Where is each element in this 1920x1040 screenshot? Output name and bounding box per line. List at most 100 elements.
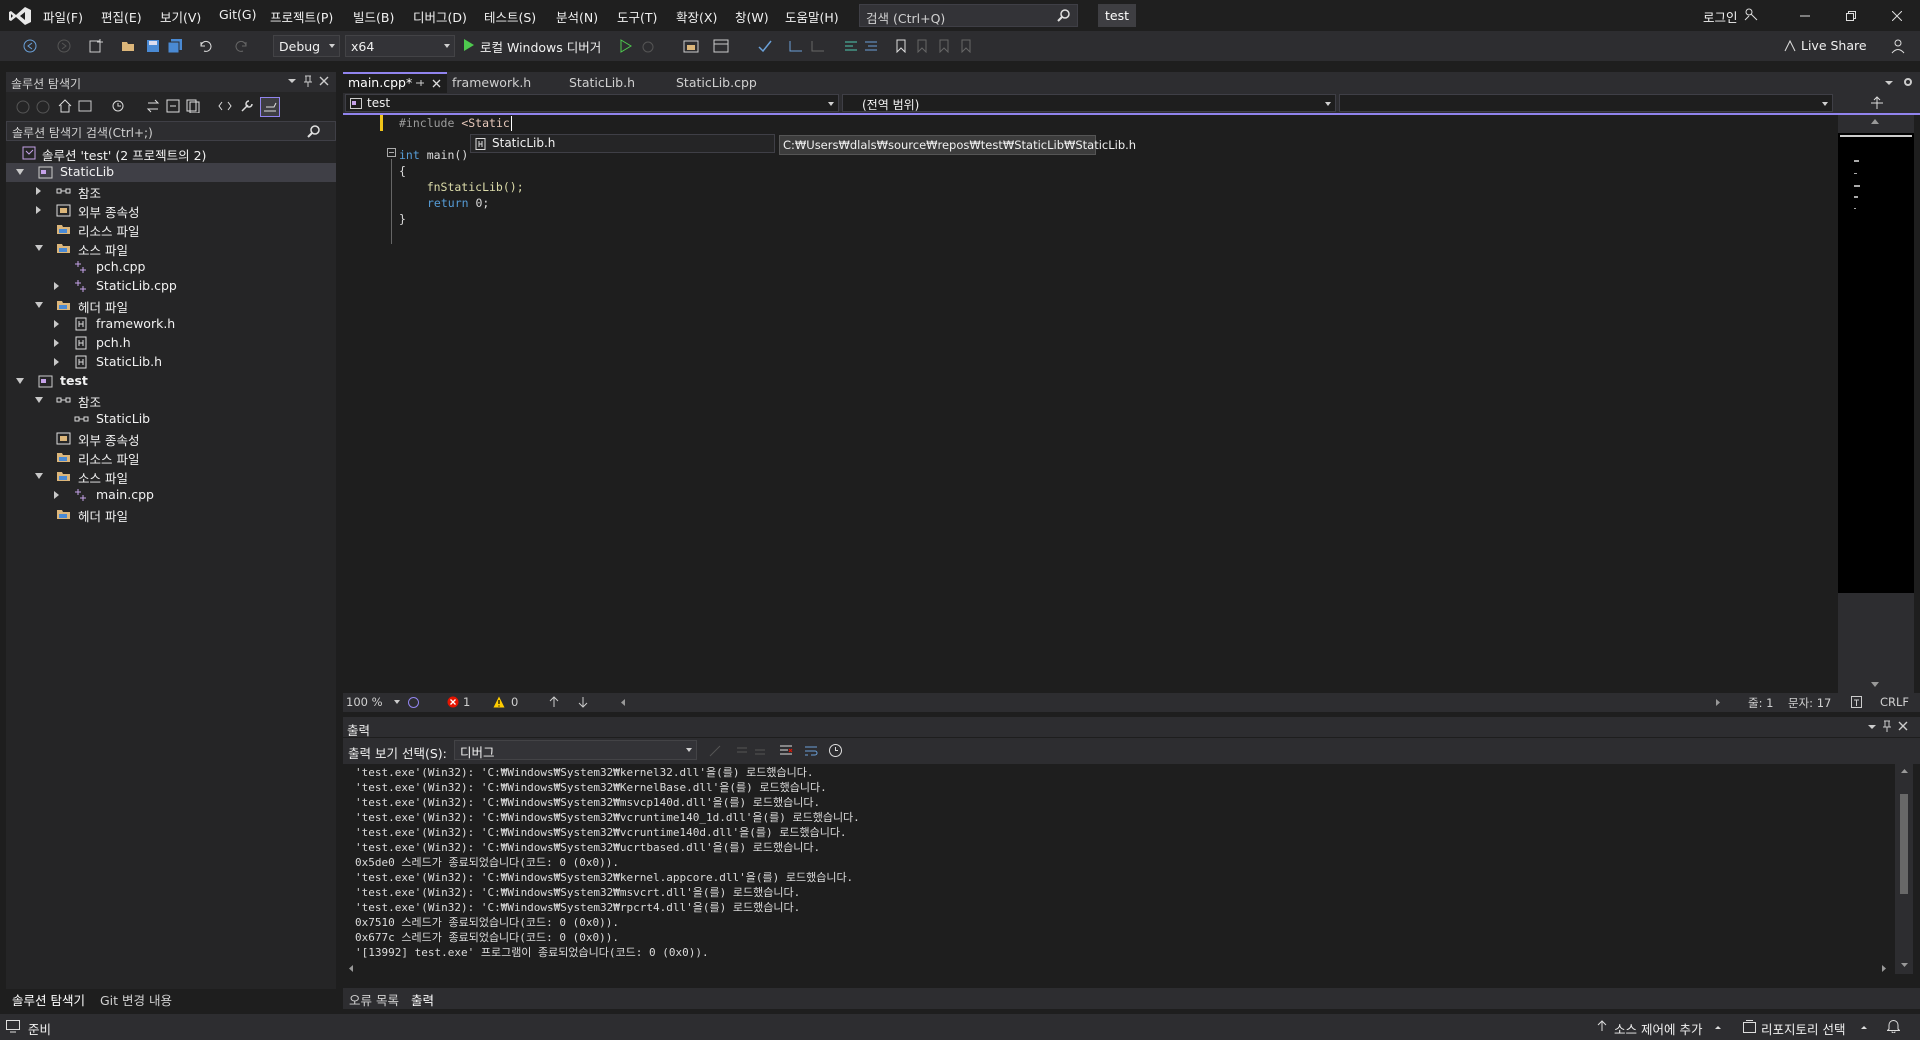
close-panel-icon[interactable] [1898, 721, 1908, 731]
add-to-source-control-button[interactable]: 소스 제어에 추가 [1614, 1019, 1702, 1038]
tree-item-staticlib-h[interactable]: StaticLib.h [6, 353, 336, 372]
forward-icon[interactable] [56, 39, 72, 53]
collapse-toggle-icon[interactable] [387, 148, 396, 157]
scroll-right-arrow-icon[interactable] [1881, 964, 1887, 973]
preview-selected-items-icon[interactable] [260, 97, 280, 117]
tab-solution-explorer[interactable]: 솔루션 탐색기 [12, 990, 85, 1009]
scroll-left-arrow-icon[interactable] [348, 964, 354, 973]
output-vertical-scrollbar[interactable] [1895, 764, 1913, 974]
next-bookmark-icon[interactable] [936, 39, 952, 53]
tree-item-staticlib-cpp[interactable]: StaticLib.cpp [6, 277, 336, 296]
search-input[interactable]: 검색 (Ctrl+Q) [859, 4, 1078, 27]
split-window-icon[interactable] [1870, 96, 1884, 110]
home-icon[interactable] [58, 99, 72, 113]
tab-git-changes[interactable]: Git 변경 내용 [100, 990, 172, 1009]
minimize-button[interactable] [1782, 0, 1828, 31]
zoom-level[interactable]: 100 % [346, 695, 383, 709]
expand-arrow-icon[interactable] [54, 282, 59, 290]
expand-arrow-icon[interactable] [35, 397, 43, 403]
tabs-spaces-icon[interactable] [1851, 696, 1862, 708]
tree-item-header-files[interactable]: 헤더 파일 [6, 505, 336, 524]
menu-file[interactable]: 파일(F) [43, 7, 83, 26]
forward-icon[interactable] [36, 100, 50, 114]
new-project-icon[interactable] [88, 39, 104, 53]
next-issue-arrow-icon[interactable] [578, 696, 588, 708]
layout-icon[interactable] [713, 39, 729, 53]
line-number[interactable]: 줄: 1 [1748, 695, 1773, 711]
menu-extensions[interactable]: 확장(X) [676, 7, 717, 26]
tree-item-framework-h[interactable]: framework.h [6, 315, 336, 334]
start-without-debugging-icon[interactable] [618, 39, 634, 53]
feedback-person-icon[interactable] [1890, 38, 1906, 54]
select-repository-button[interactable]: 리포지토리 선택 [1761, 1019, 1845, 1038]
tab-list-dropdown-icon[interactable] [1884, 79, 1894, 87]
output-text-area[interactable]: 'test.exe'(Win32): 'C:₩Windows₩System32₩… [343, 764, 1903, 974]
tab-framework-h[interactable]: framework.h [447, 72, 564, 93]
show-all-files-icon[interactable] [186, 99, 200, 113]
step-into-icon[interactable] [788, 39, 804, 53]
menu-window[interactable]: 창(W) [735, 7, 769, 26]
menu-build[interactable]: 빌드(B) [353, 7, 394, 26]
switch-views-icon[interactable] [78, 99, 92, 113]
scrollbar-thumb[interactable] [1900, 794, 1908, 894]
feedback-icon[interactable] [1744, 7, 1758, 21]
error-icon[interactable] [447, 696, 459, 708]
menu-git[interactable]: Git(G) [219, 7, 257, 22]
back-icon[interactable] [22, 39, 38, 53]
tree-item-external-deps[interactable]: 외부 종속성 [6, 429, 336, 448]
restore-button[interactable] [1828, 0, 1874, 31]
timestamp-clock-icon[interactable] [828, 743, 843, 758]
tab-staticlib-h[interactable]: StaticLib.h [564, 72, 671, 93]
prev-bookmark-icon[interactable] [914, 39, 930, 53]
tree-item-main-cpp[interactable]: main.cpp [6, 486, 336, 505]
browse-icon[interactable] [683, 39, 699, 53]
pin-icon[interactable] [1882, 720, 1892, 732]
clear-all-icon[interactable] [779, 744, 793, 758]
expand-arrow-icon[interactable] [35, 245, 43, 251]
tree-item-resource-files[interactable]: 리소스 파일 [6, 448, 336, 467]
tree-item-references[interactable]: 참조 [6, 182, 336, 201]
menu-analyze[interactable]: 분석(N) [556, 7, 598, 26]
save-icon[interactable] [145, 39, 161, 53]
pin-icon[interactable] [415, 78, 425, 88]
dropdown-arrow-icon[interactable] [287, 76, 297, 86]
tree-item-pch-h[interactable]: pch.h [6, 334, 336, 353]
expand-arrow-icon[interactable] [35, 473, 43, 479]
tree-item-external-deps[interactable]: 외부 종속성 [6, 201, 336, 220]
save-all-icon[interactable] [167, 39, 183, 53]
member-select[interactable] [1339, 94, 1833, 112]
minimap-area[interactable] [1838, 133, 1914, 593]
tree-project-test[interactable]: test [6, 372, 336, 391]
menu-edit[interactable]: 편집(E) [101, 7, 142, 26]
step-over-icon[interactable] [810, 39, 826, 53]
expand-arrow-icon[interactable] [36, 206, 41, 214]
zoom-dropdown-icon[interactable] [393, 699, 401, 705]
code-editor[interactable]: #include <Static int main() { fnStaticLi… [343, 115, 1839, 693]
menu-test[interactable]: 테스트(S) [484, 7, 536, 26]
health-indicator-icon[interactable] [407, 696, 420, 709]
menu-project[interactable]: 프로젝트(P) [270, 7, 333, 26]
expand-arrow-icon[interactable] [35, 302, 43, 308]
settings-gear-icon[interactable] [1902, 76, 1914, 88]
expand-arrow-icon[interactable] [16, 378, 24, 384]
global-scope-select[interactable]: (전역 범위) [842, 94, 1336, 112]
comment-out-icon[interactable] [843, 39, 859, 53]
scroll-up-arrow-icon[interactable] [1900, 768, 1909, 774]
expand-arrow-icon[interactable] [54, 339, 59, 347]
tree-solution-node[interactable]: 솔루션 'test' (2 프로젝트의 2) [6, 144, 336, 163]
expand-arrow-icon[interactable] [54, 358, 59, 366]
close-window-button[interactable] [1874, 0, 1920, 31]
next-message-icon[interactable] [753, 744, 767, 758]
open-file-icon[interactable] [121, 39, 137, 53]
warning-count[interactable]: 0 [511, 695, 518, 709]
tree-item-references[interactable]: 참조 [6, 391, 336, 410]
tree-item-staticlib-reference[interactable]: StaticLib [6, 410, 336, 429]
menu-debug[interactable]: 디버그(D) [413, 7, 467, 26]
view-code-icon[interactable] [218, 100, 232, 112]
close-tab-icon[interactable] [432, 79, 441, 88]
tree-item-header-files[interactable]: 헤더 파일 [6, 296, 336, 315]
scroll-down-arrow-icon[interactable] [1900, 962, 1909, 968]
menu-tools[interactable]: 도구(T) [617, 7, 657, 26]
sync-icon[interactable] [146, 99, 160, 113]
word-wrap-icon[interactable] [804, 744, 818, 758]
